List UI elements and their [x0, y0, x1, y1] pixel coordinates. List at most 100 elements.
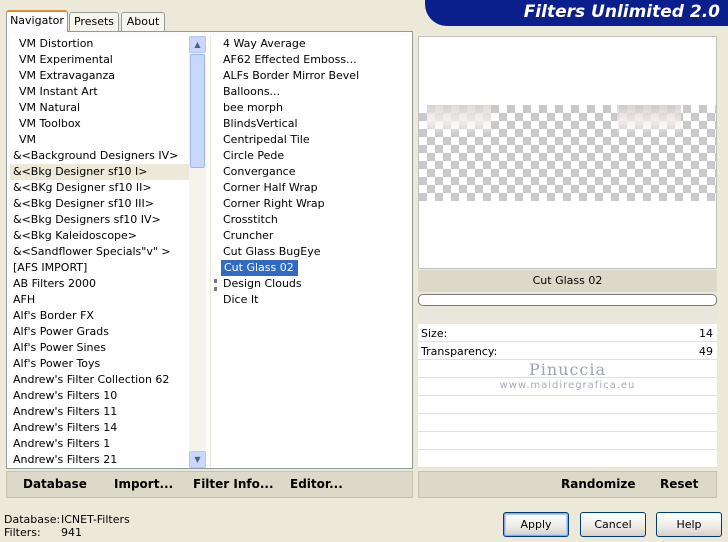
filter-row[interactable]: Convergance: [211, 164, 412, 180]
scroll-thumb[interactable]: [190, 54, 205, 168]
reset-button[interactable]: Reset: [660, 477, 698, 491]
tab-about[interactable]: About: [121, 12, 165, 31]
filter-item[interactable]: Centripedal Tile: [223, 133, 310, 146]
filter-item[interactable]: Design Clouds: [223, 277, 302, 290]
filter-row[interactable]: AF62 Effected Emboss...: [211, 52, 412, 68]
filter-item[interactable]: Balloons...: [223, 85, 280, 98]
filter-item[interactable]: BlindsVertical: [223, 117, 298, 130]
tab-presets[interactable]: Presets: [69, 12, 119, 31]
category-item[interactable]: &<BKg Designer sf10 II>: [10, 180, 190, 196]
param-value: 14: [699, 327, 713, 340]
category-item[interactable]: &<Bkg Designer sf10 III>: [10, 196, 190, 212]
filter-row[interactable]: 4 Way Average: [211, 36, 412, 52]
scroll-up-icon[interactable]: ▲: [189, 36, 206, 53]
filter-item[interactable]: AF62 Effected Emboss...: [223, 53, 357, 66]
category-item[interactable]: AB Filters 2000: [10, 276, 190, 292]
filter-item[interactable]: Convergance: [223, 165, 296, 178]
filter-row[interactable]: BlindsVertical: [211, 116, 412, 132]
category-item[interactable]: Alf's Power Toys: [10, 356, 190, 372]
filter-item[interactable]: ALFs Border Mirror Bevel: [223, 69, 359, 82]
param-row-empty: [418, 397, 717, 414]
filter-row[interactable]: ALFs Border Mirror Bevel: [211, 68, 412, 84]
tab-navigator[interactable]: Navigator: [6, 10, 68, 32]
category-list[interactable]: VM Distortion VM Experimental VM Extravaga…: [10, 36, 190, 468]
import-button[interactable]: Import...: [114, 477, 173, 491]
category-item[interactable]: Alf's Power Sines: [10, 340, 190, 356]
parameters-header: [418, 307, 717, 324]
glass-shape: [427, 105, 491, 135]
cancel-button[interactable]: Cancel: [580, 512, 646, 537]
param-label: Size:: [421, 327, 448, 340]
category-item[interactable]: &<Background Designers IV>: [10, 148, 190, 164]
filter-row[interactable]: bee morph: [211, 100, 412, 116]
filter-row[interactable]: Corner Half Wrap: [211, 180, 412, 196]
category-item[interactable]: VM Instant Art: [10, 84, 190, 100]
category-item[interactable]: VM: [10, 132, 190, 148]
filter-item[interactable]: Cut Glass BugEye: [223, 245, 320, 258]
param-value: 49: [699, 345, 713, 358]
param-size[interactable]: Size: 14: [418, 325, 717, 342]
category-item[interactable]: VM Natural: [10, 100, 190, 116]
help-button[interactable]: Help: [656, 512, 722, 537]
category-item[interactable]: Alf's Border FX: [10, 308, 190, 324]
filter-row[interactable]: Dice It: [211, 292, 412, 308]
category-item[interactable]: Alf's Power Grads: [10, 324, 190, 340]
progress-bar: [418, 294, 717, 306]
param-transparency[interactable]: Transparency: 49: [418, 343, 717, 360]
category-item[interactable]: VM Experimental: [10, 52, 190, 68]
filter-row[interactable]: Design Clouds: [211, 276, 412, 292]
param-label: Transparency:: [421, 345, 498, 358]
scroll-down-icon[interactable]: ▼: [189, 451, 206, 468]
category-item[interactable]: &<Sandflower Specials"v" >: [10, 244, 190, 260]
category-item[interactable]: &<Bkg Designer sf10 I>: [10, 164, 190, 180]
status-database-label: Database:: [4, 513, 61, 526]
category-item[interactable]: VM Extravaganza: [10, 68, 190, 84]
randomize-button[interactable]: Randomize: [561, 477, 635, 491]
category-scrollbar[interactable]: ▲ ▼: [189, 36, 206, 468]
category-item[interactable]: Andrew's Filters 10: [10, 388, 190, 404]
filter-row[interactable]: Crosstitch: [211, 212, 412, 228]
category-item[interactable]: &<Bkg Kaleidoscope>: [10, 228, 190, 244]
filter-row[interactable]: Circle Pede: [211, 148, 412, 164]
filter-list[interactable]: 4 Way Average AF62 Effected Emboss... ALFs…: [210, 36, 412, 468]
status-database-value: ICNET-Filters: [61, 513, 130, 526]
filter-item[interactable]: 4 Way Average: [223, 37, 306, 50]
category-item[interactable]: &<Bkg Designers sf10 IV>: [10, 212, 190, 228]
selected-filter-name: Cut Glass 02: [418, 270, 717, 292]
filter-info-button[interactable]: Filter Info...: [193, 477, 274, 491]
editor-button[interactable]: Editor...: [290, 477, 343, 491]
category-item[interactable]: Andrew's Filters 21: [10, 452, 190, 468]
category-item[interactable]: VM Toolbox: [10, 116, 190, 132]
category-item[interactable]: Andrew's Filter Collection 62: [10, 372, 190, 388]
filter-item[interactable]: Dice It: [223, 293, 258, 306]
param-row-empty: [418, 451, 717, 468]
preview-pane: [418, 36, 717, 269]
filter-item[interactable]: Corner Right Wrap: [223, 197, 325, 210]
status-filters-label: Filters:: [4, 526, 41, 539]
category-item[interactable]: Andrew's Filters 14: [10, 420, 190, 436]
filter-item[interactable]: bee morph: [223, 101, 283, 114]
glass-shape: [617, 105, 681, 135]
filter-row[interactable]: Centripedal Tile: [211, 132, 412, 148]
apply-button[interactable]: Apply: [503, 512, 569, 537]
filter-row[interactable]: Cruncher: [211, 228, 412, 244]
filter-row[interactable]: Corner Right Wrap: [211, 196, 412, 212]
category-item[interactable]: AFH: [10, 292, 190, 308]
filter-row[interactable]: Cut Glass 02: [211, 260, 412, 276]
category-item[interactable]: Andrew's Filters 1: [10, 436, 190, 452]
filter-item[interactable]: Cut Glass 02: [221, 260, 298, 276]
filter-item[interactable]: Corner Half Wrap: [223, 181, 318, 194]
app-title: Filters Unlimited 2.0: [523, 2, 720, 22]
category-item[interactable]: [AFS IMPORT]: [10, 260, 190, 276]
status-filters-value: 941: [61, 526, 82, 539]
filter-item[interactable]: Cruncher: [223, 229, 273, 242]
database-button[interactable]: Database: [23, 477, 87, 491]
filter-item[interactable]: Crosstitch: [223, 213, 278, 226]
filter-row[interactable]: Cut Glass BugEye: [211, 244, 412, 260]
category-item[interactable]: VM Distortion: [10, 36, 190, 52]
param-row-empty: [418, 415, 717, 432]
filter-item[interactable]: Circle Pede: [223, 149, 284, 162]
watermark-name: Pinuccia: [528, 360, 607, 379]
filter-row[interactable]: Balloons...: [211, 84, 412, 100]
category-item[interactable]: Andrew's Filters 11: [10, 404, 190, 420]
